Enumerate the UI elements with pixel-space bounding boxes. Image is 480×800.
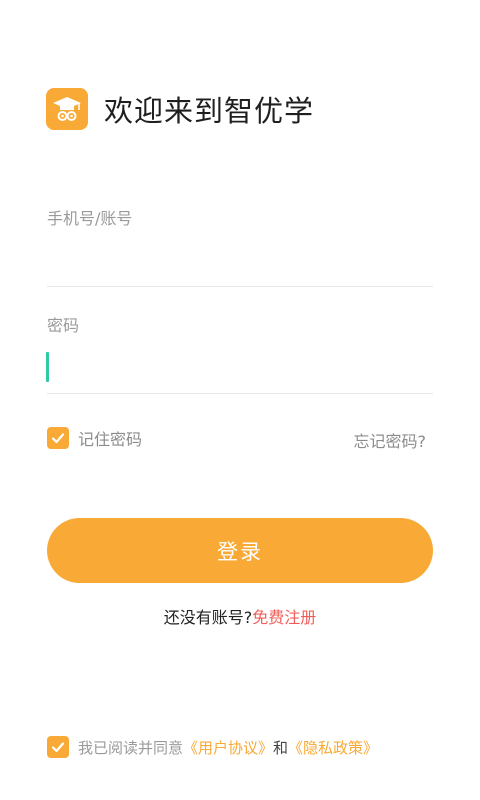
checkmark-icon: [51, 433, 65, 444]
page-title: 欢迎来到智优学: [104, 94, 315, 128]
remember-password-row[interactable]: 记住密码: [47, 426, 142, 450]
register-link[interactable]: 免费注册: [252, 608, 316, 627]
agreement-prefix: 我已阅读并同意: [78, 738, 184, 757]
account-divider: [47, 286, 433, 287]
login-button[interactable]: 登录: [47, 518, 433, 583]
privacy-policy-link[interactable]: 《隐私政策》: [288, 739, 378, 757]
graduation-cap-owl-icon: [53, 97, 81, 121]
agreement-checkbox[interactable]: [47, 736, 69, 758]
header: 欢迎来到智优学: [46, 88, 314, 130]
remember-checkbox[interactable]: [47, 427, 69, 449]
account-label: 手机号/账号: [47, 209, 133, 228]
agreement-and: 和: [273, 738, 289, 757]
agreement-text: 我已阅读并同意《用户协议》和《隐私政策》: [78, 737, 378, 758]
text-cursor: [46, 352, 49, 382]
password-label: 密码: [47, 316, 80, 335]
remember-label: 记住密码: [78, 430, 143, 449]
user-agreement-link[interactable]: 《用户协议》: [183, 739, 273, 757]
agreement-row: 我已阅读并同意《用户协议》和《隐私政策》: [47, 736, 378, 758]
account-input[interactable]: [47, 237, 433, 277]
forgot-password-link[interactable]: 忘记密码?: [354, 428, 427, 452]
checkmark-icon: [51, 742, 65, 753]
app-logo-icon: [46, 88, 88, 130]
register-row: 还没有账号?免费注册: [0, 604, 480, 628]
register-prompt: 还没有账号?: [163, 608, 253, 627]
password-input[interactable]: [47, 347, 433, 387]
password-divider: [47, 393, 433, 394]
